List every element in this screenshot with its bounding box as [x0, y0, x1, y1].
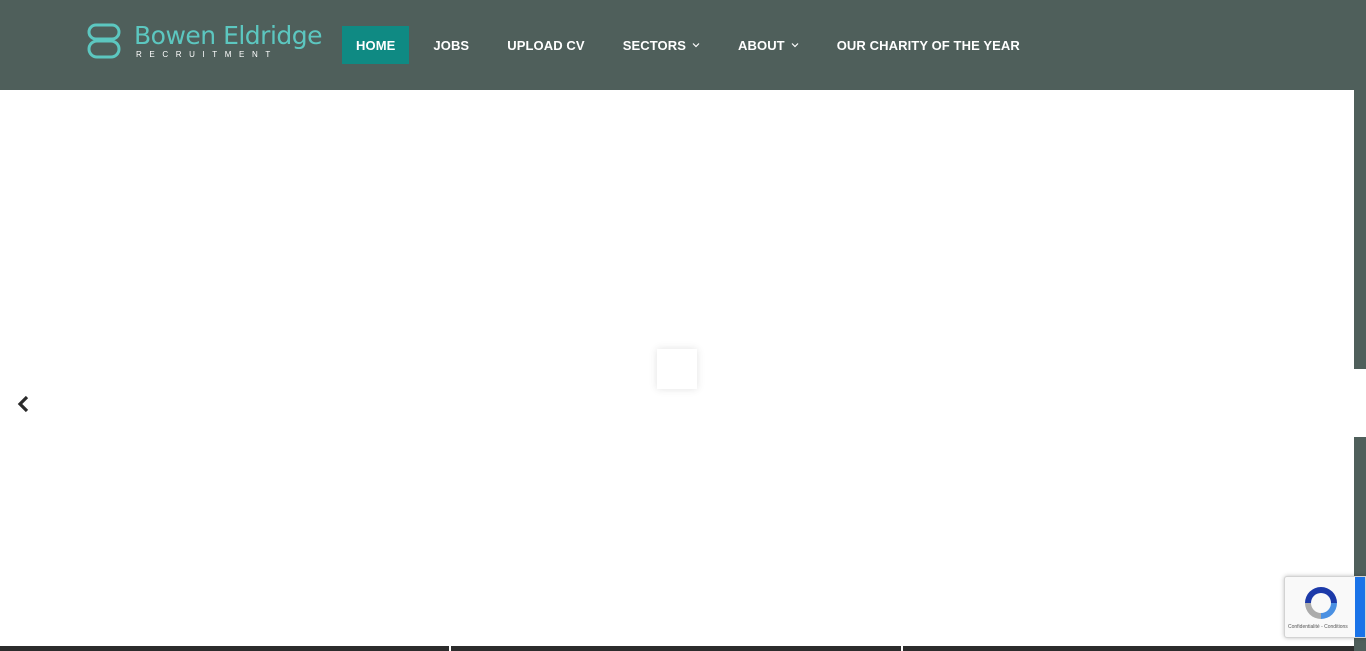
- slider-loader: [657, 349, 697, 389]
- nav-item-label: SECTORS: [622, 37, 686, 53]
- nav-item-sectors[interactable]: SECTORS: [609, 26, 714, 64]
- bottom-divider: [449, 646, 451, 651]
- bottom-bar: [0, 646, 1354, 651]
- chevron-down-icon: [692, 43, 700, 48]
- nav-item-label: JOBS: [433, 37, 470, 53]
- nav-item-label: HOME: [356, 37, 396, 53]
- nav-item-jobs[interactable]: JOBS: [419, 26, 483, 64]
- logo-name: Bowen Eldridge: [134, 21, 323, 50]
- nav-item-upload-cv[interactable]: UPLOAD CV: [493, 26, 598, 64]
- chevron-left-icon: [17, 395, 29, 413]
- recaptcha-icon: [1305, 587, 1337, 619]
- site-header: Bowen Eldridge RECRUITMENT HOME JOBS UPL…: [0, 0, 1366, 90]
- main-nav: HOME JOBS UPLOAD CV SECTORS ABOUT OUR CH…: [342, 26, 1034, 64]
- chevron-down-icon: [791, 43, 799, 48]
- nav-item-label: ABOUT: [738, 37, 785, 53]
- logo-mark-icon: [87, 23, 121, 59]
- bottom-divider: [901, 646, 903, 651]
- nav-item-home[interactable]: HOME: [342, 26, 410, 64]
- nav-item-charity[interactable]: OUR CHARITY OF THE YEAR: [823, 26, 1034, 64]
- nav-item-label: OUR CHARITY OF THE YEAR: [836, 37, 1020, 53]
- right-edge-gap: [1354, 369, 1366, 437]
- recaptcha-badge[interactable]: Confidentialité - Conditions: [1284, 576, 1366, 638]
- recaptcha-links[interactable]: Confidentialité - Conditions: [1288, 624, 1348, 630]
- nav-item-about[interactable]: ABOUT: [724, 26, 813, 64]
- nav-item-label: UPLOAD CV: [507, 37, 585, 53]
- site-logo[interactable]: Bowen Eldridge RECRUITMENT: [86, 21, 323, 60]
- recaptcha-tab: [1355, 577, 1365, 637]
- logo-subtitle: RECRUITMENT: [136, 50, 278, 59]
- slider-prev-button[interactable]: [12, 392, 34, 416]
